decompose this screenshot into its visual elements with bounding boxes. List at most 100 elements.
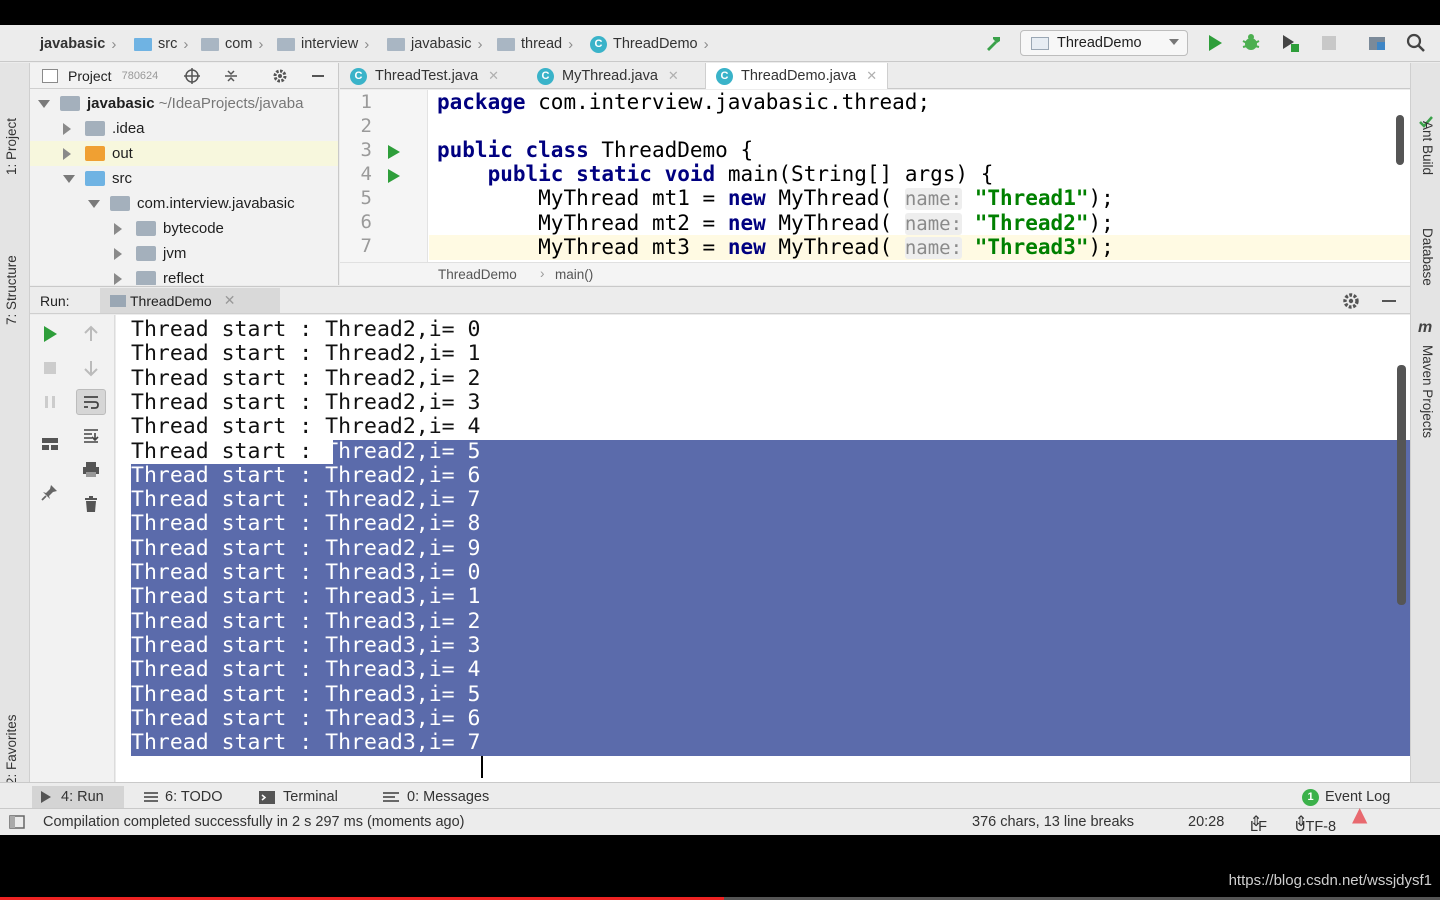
tool-tab-messages[interactable]: 0: Messages	[375, 786, 497, 808]
console-line: Thread start : Thread3,i= 5	[131, 681, 481, 707]
code-line-7: MyThread mt3 = new MyThread( name: "Thre…	[538, 235, 1114, 259]
stop-icon[interactable]	[1319, 33, 1339, 53]
folder-icon	[277, 37, 295, 51]
tool-tab-maven-projects[interactable]: Maven Projects	[1420, 345, 1435, 438]
run-with-coverage-icon[interactable]	[1280, 33, 1300, 53]
tool-tab-ant-build[interactable]: Ant Build	[1420, 121, 1435, 175]
run-gutter-icon[interactable]	[388, 169, 400, 183]
console-line-prefix: Thread start :	[131, 389, 326, 415]
breadcrumb-method[interactable]: main()	[555, 267, 593, 282]
console-line-prefix: Thread start :	[131, 341, 326, 367]
close-icon[interactable]: ✕	[866, 68, 877, 84]
gear-icon[interactable]	[272, 68, 288, 84]
soft-wrap-toggle[interactable]	[76, 389, 106, 415]
chevron-right-icon: ›	[703, 35, 709, 53]
console-line-value: Thread2,i= 0	[325, 317, 481, 342]
stop-icon[interactable]	[41, 359, 59, 377]
tool-tab-structure[interactable]: 7: Structure	[4, 255, 19, 325]
tab-mythread[interactable]: C MyThread.java ✕	[527, 63, 689, 89]
tree-item-src[interactable]: src	[63, 166, 132, 191]
tree-item-root[interactable]: javabasic ~/IdeaProjects/javaba	[38, 91, 303, 116]
tool-tab-todo[interactable]: 6: TODO	[136, 786, 230, 808]
tree-item-reflect[interactable]: reflect	[114, 266, 204, 285]
print-icon[interactable]	[82, 460, 100, 478]
search-icon[interactable]	[1406, 33, 1426, 53]
line-separator[interactable]: LF ⇕	[1250, 814, 1267, 835]
console-output[interactable]: Thread start : Thread2,i= 0 Thread start …	[116, 315, 1410, 782]
pin-icon[interactable]	[41, 483, 59, 501]
debug-icon[interactable]	[1241, 33, 1261, 53]
run-configuration-select[interactable]: ThreadDemo	[1020, 30, 1188, 56]
trash-icon[interactable]	[82, 495, 100, 513]
arrow-up-icon[interactable]	[82, 325, 100, 343]
console-line-value: Thread3,i= 2	[325, 608, 481, 634]
hide-panel-icon[interactable]	[310, 68, 326, 84]
close-icon[interactable]: ✕	[668, 68, 679, 84]
caret-position[interactable]: 20:28	[1188, 814, 1224, 830]
tree-item-idea[interactable]: .idea	[63, 116, 145, 141]
console-line-value: Thread2,i= 7	[325, 487, 481, 513]
tree-item-out[interactable]: out	[30, 141, 338, 166]
breadcrumb-thread[interactable]: thread ›	[497, 34, 573, 54]
console-line-value: Thread2,i= 6	[325, 462, 481, 488]
folder-icon	[134, 37, 152, 51]
close-icon[interactable]: ✕	[488, 68, 499, 84]
breadcrumb-project[interactable]: javabasic ›	[16, 34, 116, 89]
module-folder-icon	[60, 96, 80, 111]
bottom-tool-bar: 4: Run 6: TODO Terminal 0: Messages 1 Eve…	[0, 782, 1440, 808]
folder-icon	[85, 121, 105, 136]
logo-watermark-icon: ▲	[1352, 802, 1368, 826]
console-line-value: Thread3,i= 0	[325, 560, 481, 585]
status-bar: Compilation completed successfully in 2 …	[0, 808, 1440, 835]
tab-threaddemo[interactable]: C ThreadDemo.java ✕	[705, 63, 889, 89]
console-line-value: Thread2,i= 5	[325, 438, 481, 464]
tool-tab-event-log[interactable]: 1 Event Log	[1294, 786, 1398, 808]
tool-tab-terminal[interactable]: Terminal	[251, 786, 346, 808]
layout-icon[interactable]	[41, 435, 59, 453]
code-editor[interactable]: 1 2 3 4 5 6 7 package com.interview.java…	[340, 90, 1410, 262]
video-overlay-bar: https://blog.csdn.net/wssjdysf1	[0, 835, 1440, 900]
tool-tab-run[interactable]: 4: Run	[32, 786, 124, 808]
gear-icon[interactable]	[1342, 292, 1360, 310]
breadcrumb-javabasic[interactable]: javabasic ›	[387, 34, 482, 54]
tool-window-toggle-icon[interactable]	[9, 815, 25, 829]
tab-threadtest[interactable]: C ThreadTest.java ✕	[340, 63, 509, 89]
file-encoding[interactable]: UTF-8 ⇕	[1295, 814, 1336, 835]
project-panel-title[interactable]: Project	[68, 68, 112, 84]
target-icon[interactable]	[184, 68, 200, 84]
scroll-to-end-icon[interactable]	[82, 427, 100, 445]
soft-wrap-icon	[84, 396, 99, 409]
tree-item-jvm[interactable]: jvm	[114, 241, 186, 266]
breadcrumb-interview[interactable]: interview ›	[277, 34, 369, 54]
tree-item-package[interactable]: com.interview.javabasic	[88, 191, 295, 216]
breadcrumb-class[interactable]: ThreadDemo	[438, 267, 517, 282]
line-number: 7	[360, 235, 372, 257]
arrow-down-icon[interactable]	[82, 359, 100, 377]
hide-panel-icon[interactable]	[1380, 292, 1398, 310]
console-line-value: Thread3,i= 5	[325, 681, 481, 707]
breadcrumb-src[interactable]: src ›	[134, 34, 188, 54]
tree-item-bytecode[interactable]: bytecode	[114, 216, 224, 241]
console-line: Thread start : Thread3,i= 7	[131, 731, 481, 755]
close-icon[interactable]: ✕	[224, 292, 236, 309]
folder-icon	[497, 37, 515, 51]
project-structure-icon[interactable]	[1367, 33, 1387, 53]
tool-tab-database[interactable]: Database	[1420, 228, 1435, 286]
run-gutter-icon[interactable]	[388, 145, 400, 159]
collapse-all-icon[interactable]	[223, 68, 239, 84]
tool-tab-project[interactable]: 1: Project	[4, 118, 19, 175]
build-hammer-icon[interactable]	[984, 33, 1004, 53]
run-tab-threaddemo[interactable]: ThreadDemo ✕	[100, 288, 280, 313]
rerun-icon[interactable]	[41, 325, 59, 343]
console-line-value: Thread2,i= 4	[325, 414, 481, 440]
run-icon[interactable]	[1205, 33, 1225, 53]
console-line: Thread start : Thread3,i= 1	[131, 585, 481, 609]
console-scrollbar[interactable]	[1397, 365, 1406, 605]
breadcrumb-threaddemo[interactable]: C ThreadDemo ›	[590, 34, 709, 54]
pause-icon[interactable]	[41, 393, 59, 411]
line-number: 3	[360, 139, 372, 161]
breadcrumb-com[interactable]: com ›	[201, 34, 263, 54]
console-line: Thread start : Thread3,i= 3	[131, 633, 481, 658]
editor-scrollbar[interactable]	[1396, 115, 1404, 165]
tool-tab-favorites[interactable]: 2: Favorites	[4, 714, 19, 785]
